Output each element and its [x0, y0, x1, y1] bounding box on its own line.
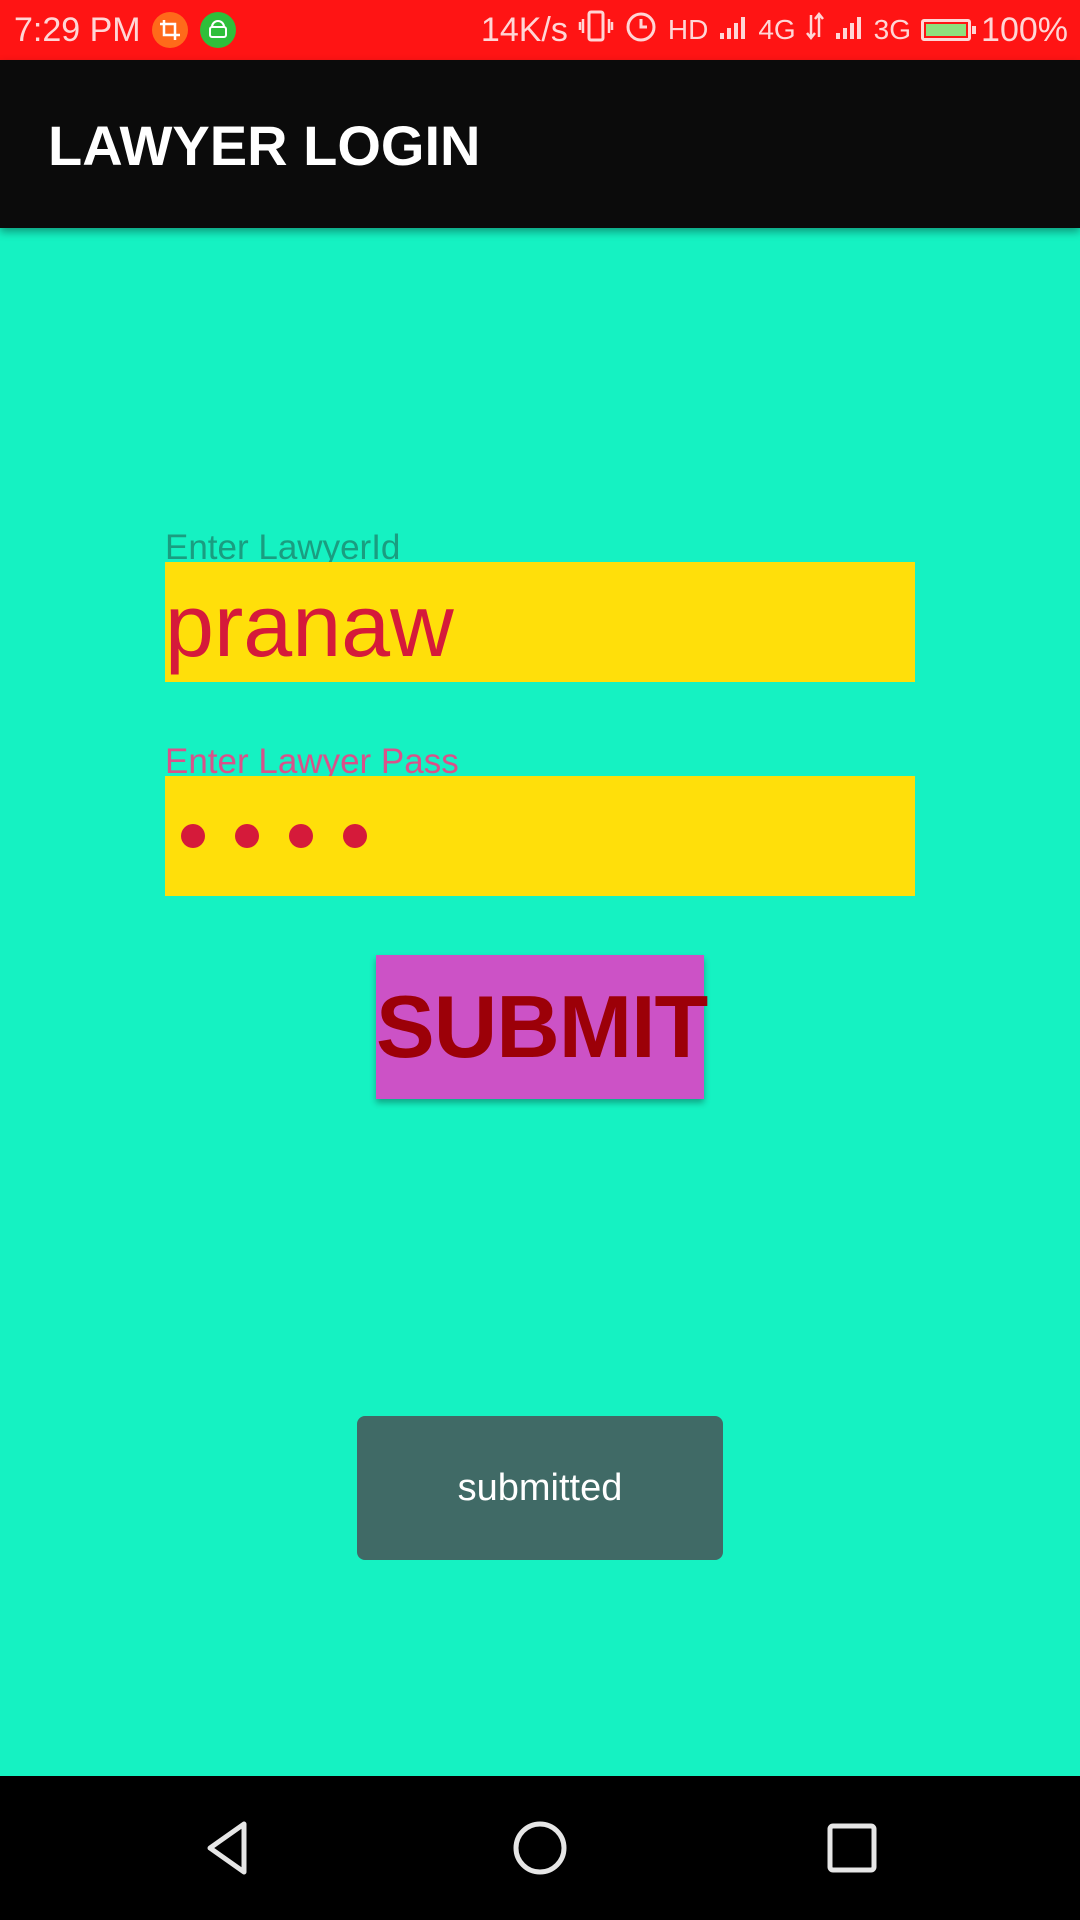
lawyer-id-value: pranaw: [165, 576, 454, 675]
home-circle-icon[interactable]: [510, 1818, 570, 1878]
alarm-icon: [624, 9, 658, 52]
password-dot: [289, 824, 313, 848]
app-bar: LAWYER LOGIN: [0, 60, 1080, 228]
password-dot: [235, 824, 259, 848]
android-icon: [200, 12, 236, 48]
password-mask: [181, 824, 367, 848]
navigation-bar: [0, 1776, 1080, 1920]
battery-percent: 100%: [981, 11, 1068, 49]
network-speed: 14K/s: [480, 11, 568, 49]
toast-message: submitted: [357, 1416, 723, 1560]
screen: 7:29 PM 14K/s HD 4G 3G 100% LAWYER LOGIN…: [0, 0, 1080, 1920]
status-indicators: 14K/s HD 4G 3G 100%: [481, 10, 1068, 50]
signal-icon: [718, 10, 748, 50]
lawyer-id-input[interactable]: pranaw: [165, 562, 915, 682]
password-dot: [181, 824, 205, 848]
submit-button[interactable]: SUBMIT: [376, 955, 708, 1099]
data-arrows-icon: [805, 10, 824, 50]
lawyer-pass-input[interactable]: [165, 776, 915, 896]
back-triangle-icon[interactable]: [198, 1818, 258, 1878]
signal-icon-2: [834, 10, 864, 50]
password-dot: [343, 824, 367, 848]
vibrate-icon: [578, 9, 614, 52]
page-title: LAWYER LOGIN: [48, 114, 481, 177]
recent-square-icon[interactable]: [822, 1818, 882, 1878]
battery-fill: [926, 24, 967, 36]
status-bar: 7:29 PM 14K/s HD 4G 3G 100%: [0, 0, 1080, 60]
status-time: 7:29 PM: [14, 11, 141, 49]
hd-indicator: HD: [667, 14, 709, 45]
crop-icon: [152, 12, 188, 48]
network-type-4g: 4G: [758, 14, 796, 45]
battery-icon: [921, 19, 977, 41]
network-type-3g: 3G: [873, 14, 912, 45]
